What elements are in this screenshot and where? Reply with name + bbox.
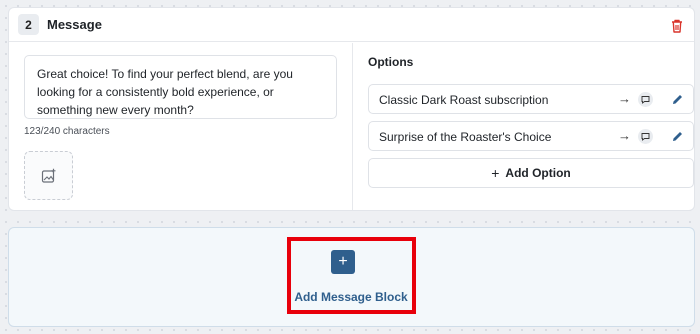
trash-icon[interactable] — [670, 18, 684, 34]
pencil-icon[interactable] — [671, 93, 684, 106]
add-option-label: Add Option — [505, 166, 571, 180]
options-title: Options — [368, 55, 414, 69]
step-number-badge: 2 — [18, 14, 39, 35]
option-item[interactable]: Classic Dark Roast subscription → — [368, 84, 694, 114]
message-block-card: 2 Message Great choice! To find your per… — [8, 7, 695, 211]
option-item[interactable]: Surprise of the Roaster's Choice → — [368, 121, 694, 151]
card-title: Message — [47, 17, 102, 32]
message-text-input[interactable]: Great choice! To find your perfect blend… — [24, 55, 337, 119]
message-link-icon[interactable] — [638, 129, 653, 144]
message-link-icon[interactable] — [638, 92, 653, 107]
pencil-icon[interactable] — [671, 130, 684, 143]
option-label: Surprise of the Roaster's Choice — [379, 130, 552, 144]
card-header: 2 Message — [9, 8, 694, 42]
option-label: Classic Dark Roast subscription — [379, 93, 549, 107]
highlight-box — [287, 237, 416, 314]
message-editor-pane: Great choice! To find your perfect blend… — [9, 43, 352, 210]
arrow-right-icon: → — [618, 128, 631, 143]
arrow-right-icon: → — [618, 91, 631, 106]
plus-icon: + — [491, 165, 500, 181]
options-pane: Options Classic Dark Roast subscription … — [353, 43, 694, 210]
character-counter: 123/240 characters — [24, 126, 110, 137]
add-option-button[interactable]: + Add Option — [368, 158, 694, 188]
add-image-icon — [41, 168, 55, 183]
add-image-button[interactable] — [24, 151, 73, 200]
